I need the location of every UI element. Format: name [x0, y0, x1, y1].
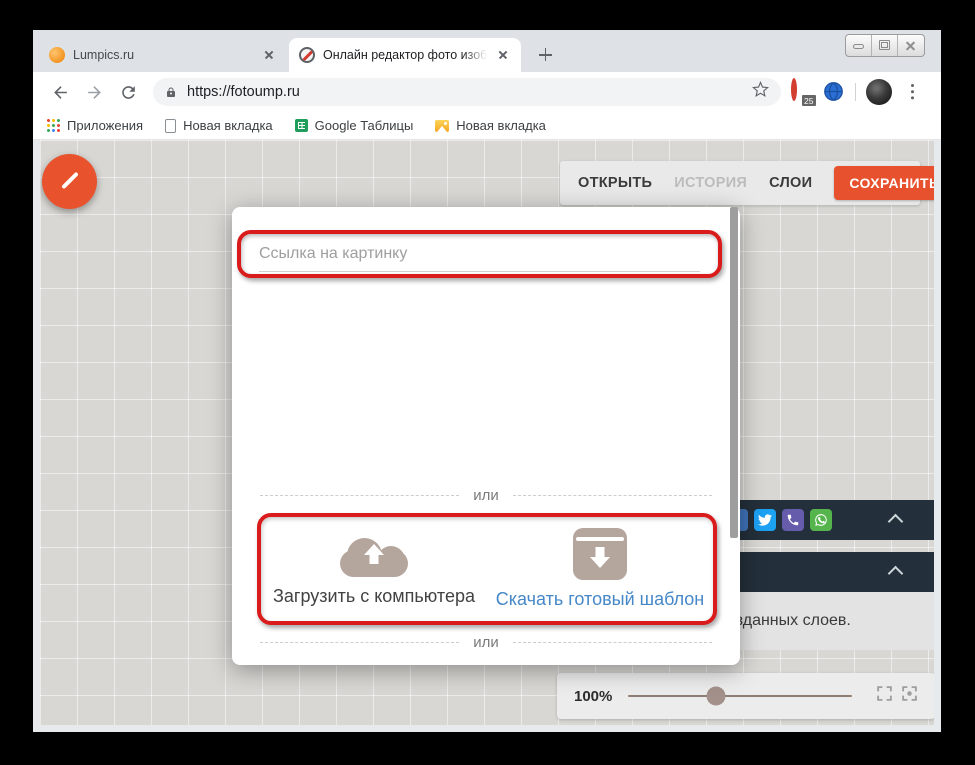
document-icon	[165, 119, 176, 133]
bookmark-label: Новая вкладка	[456, 118, 546, 133]
address-bar[interactable]: https://fotoump.ru	[153, 78, 781, 106]
whatsapp-icon[interactable]	[810, 509, 832, 531]
bookmark-google-sheets[interactable]: Google Таблицы	[295, 118, 414, 133]
twitter-icon[interactable]	[754, 509, 776, 531]
or-divider: или	[260, 485, 712, 505]
lumpics-favicon-icon	[49, 47, 65, 63]
reload-icon	[119, 83, 138, 102]
lock-icon	[165, 85, 177, 99]
browser-window: Lumpics.ru Онлайн редактор фото изображ …	[33, 30, 941, 732]
sheets-icon	[295, 119, 308, 132]
maximize-icon	[879, 40, 890, 50]
editor-canvas: ОТКРЫТЬ ИСТОРИЯ СЛОИ СОХРАНИТЬ Нет созда…	[40, 140, 934, 725]
upload-computer-label: Загрузить с компьютера	[273, 586, 475, 607]
image-icon	[435, 120, 449, 132]
reload-button[interactable]	[116, 80, 140, 104]
divider-line	[260, 642, 459, 643]
image-url-input[interactable]	[259, 236, 700, 272]
open-menu-item[interactable]: ОТКРЫТЬ	[578, 175, 652, 191]
download-template-button[interactable]: Скачать готовый шаблон	[487, 517, 713, 621]
forward-arrow-icon	[85, 83, 104, 102]
tab-title: Онлайн редактор фото изображ	[323, 48, 487, 62]
divider-line	[513, 642, 712, 643]
bookmark-label: Новая вкладка	[183, 118, 273, 133]
tab-strip: Lumpics.ru Онлайн редактор фото изображ	[33, 30, 941, 72]
zoom-bar: 100%	[557, 673, 934, 719]
profile-avatar[interactable]	[866, 79, 892, 105]
editor-toolbar: ОТКРЫТЬ ИСТОРИЯ СЛОИ СОХРАНИТЬ	[560, 161, 920, 205]
window-controls	[845, 34, 925, 57]
template-download-icon	[573, 528, 627, 580]
toolbar-divider	[855, 83, 856, 101]
upload-from-computer-button[interactable]: Загрузить с компьютера	[261, 517, 487, 621]
new-tab-button[interactable]	[533, 43, 559, 67]
tab-close-icon[interactable]	[495, 47, 511, 63]
minimize-icon	[853, 44, 864, 49]
download-template-label: Скачать готовый шаблон	[496, 589, 705, 610]
fit-center-icon	[901, 685, 918, 702]
pencil-icon	[61, 172, 79, 190]
chrome-menu-button[interactable]	[904, 81, 922, 103]
collapse-chevron-icon[interactable]	[888, 514, 904, 530]
tab-fotoump-active[interactable]: Онлайн редактор фото изображ	[289, 38, 521, 72]
tab-lumpics[interactable]: Lumpics.ru	[39, 38, 287, 72]
maximize-button[interactable]	[872, 35, 898, 56]
or-text: или	[473, 487, 499, 504]
globe-extension-button[interactable]	[823, 81, 845, 103]
bookmark-new-tab-2[interactable]: Новая вкладка	[435, 118, 546, 133]
adblock-icon	[791, 78, 797, 101]
or-divider: или	[260, 632, 712, 652]
or-text: или	[473, 634, 499, 651]
close-icon	[904, 39, 917, 52]
bookmark-label: Приложения	[67, 118, 143, 133]
bookmarks-bar: Приложения Новая вкладка Google Таблицы …	[33, 112, 941, 140]
bookmark-new-tab-1[interactable]: Новая вкладка	[165, 118, 273, 133]
url-text: https://fotoump.ru	[187, 84, 744, 100]
fullscreen-button[interactable]	[876, 685, 893, 707]
url-input-highlight	[237, 230, 722, 278]
upload-options-highlight: Загрузить с компьютера Скачать готовый ш…	[257, 513, 717, 625]
history-menu-item[interactable]: ИСТОРИЯ	[674, 175, 747, 191]
divider-line	[260, 495, 459, 496]
open-image-dialog: или Загрузить с компьютера	[232, 207, 740, 665]
globe-icon	[823, 89, 844, 106]
apps-grid-icon	[47, 119, 60, 132]
viber-icon[interactable]	[782, 509, 804, 531]
browser-toolbar: https://fotoump.ru 25	[33, 72, 941, 112]
back-button[interactable]	[48, 80, 72, 104]
divider-line	[513, 495, 712, 496]
dialog-scrollbar[interactable]	[730, 207, 738, 538]
star-icon	[752, 81, 769, 98]
bookmark-label: Google Таблицы	[315, 118, 414, 133]
fotoump-favicon-icon	[299, 47, 315, 63]
bookmark-star-button[interactable]	[752, 81, 769, 103]
collapse-chevron-icon[interactable]	[888, 566, 904, 582]
back-arrow-icon	[51, 83, 70, 102]
adblock-extension-button[interactable]: 25	[791, 81, 813, 103]
tab-close-icon[interactable]	[261, 47, 277, 63]
forward-button[interactable]	[82, 80, 106, 104]
layers-menu-item[interactable]: СЛОИ	[769, 175, 812, 191]
zoom-slider-handle[interactable]	[706, 687, 725, 706]
extension-badge: 25	[802, 95, 816, 106]
tab-title: Lumpics.ru	[73, 48, 253, 62]
zoom-value: 100%	[574, 688, 612, 705]
fit-center-button[interactable]	[901, 685, 918, 707]
cloud-upload-icon	[340, 531, 408, 577]
save-button[interactable]: СОХРАНИТЬ	[834, 166, 934, 200]
minimize-button[interactable]	[846, 35, 872, 56]
draw-fab-button[interactable]	[42, 154, 97, 209]
zoom-slider[interactable]	[628, 695, 852, 698]
fullscreen-icon	[876, 685, 893, 702]
bookmark-apps[interactable]: Приложения	[47, 118, 143, 133]
close-button[interactable]	[898, 35, 924, 56]
